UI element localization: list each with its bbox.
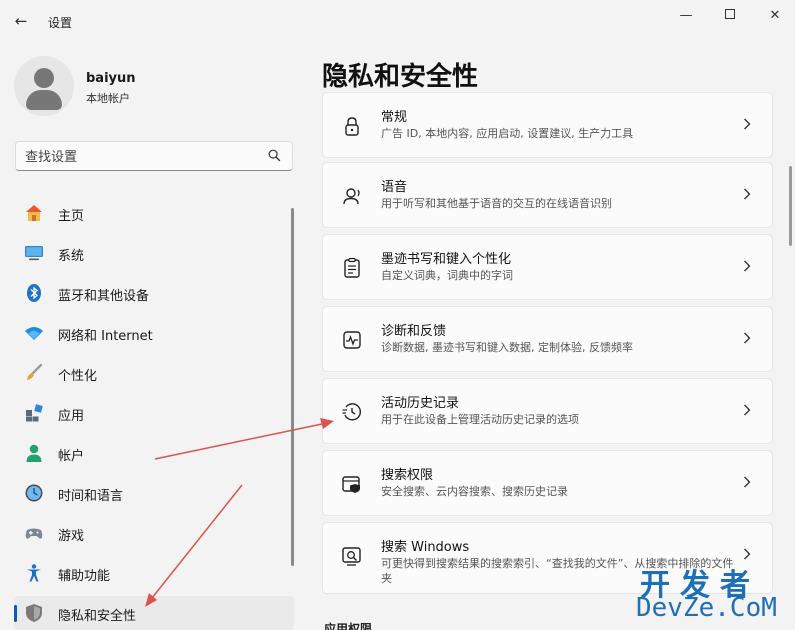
card-subtitle: 安全搜索、云内容搜索、搜索历史记录 [381,485,568,498]
clock-globe-icon [25,484,43,502]
card-activity-history[interactable]: 活动历史记录 用于在此设备上管理活动历史记录的选项 [322,378,773,444]
brush-icon [27,363,43,380]
card-title: 诊断和反馈 [381,324,447,339]
search-icon[interactable] [268,149,281,162]
sidebar-item-network[interactable]: 网络和 Internet [14,316,294,350]
sidebar-item-label: 主页 [58,209,85,224]
apps-icon [26,404,43,422]
chevron-right-icon [744,548,751,560]
card-subtitle: 自定义词典，词典中的字词 [381,269,513,282]
card-title: 搜索 Windows [381,540,470,555]
account-icon [26,444,42,462]
accessibility-icon [27,564,41,582]
sidebar-item-accessibility[interactable]: 辅助功能 [14,556,294,590]
chevron-right-icon [744,476,751,488]
minimize-button[interactable]: — [676,6,696,26]
avatar-head-icon [34,68,54,88]
avatar-body-icon [26,90,62,110]
sidebar-item-accounts[interactable]: 帐户 [14,436,294,470]
card-title: 活动历史记录 [381,396,460,411]
pulse-icon [343,331,361,349]
bluetooth-icon [27,284,41,302]
title-bar: ← 设置 — ✕ [0,0,795,40]
card-inking-typing[interactable]: 墨迹书写和键入个性化 自定义词典，词典中的字词 [322,234,773,300]
chevron-right-icon [744,332,751,344]
sidebar-item-bluetooth[interactable]: 蓝牙和其他设备 [14,276,294,310]
close-button[interactable]: ✕ [765,6,785,26]
card-subtitle: 用于在此设备上管理活动历史记录的选项 [381,413,579,426]
app-title: 设置 [48,16,73,30]
sidebar-item-label: 辅助功能 [58,569,111,584]
card-title: 搜索权限 [381,468,434,483]
search-shield-icon [342,476,360,493]
sidebar-item-label: 蓝牙和其他设备 [58,289,150,304]
section-label-app-permissions: 应用权限 [324,622,373,630]
clipboard-list-icon [344,257,360,278]
gamepad-icon [25,528,43,539]
card-speech[interactable]: 语音 用于听写和其他基于语音的交互的在线语音识别 [322,162,773,228]
lock-icon [345,117,359,136]
card-general[interactable]: 常规 广告 ID, 本地内容, 应用启动, 设置建议, 生产力工具 [322,92,773,158]
back-button[interactable]: ← [12,12,30,30]
card-subtitle: 诊断数据, 墨迹书写和键入数据, 定制体验, 反馈频率 [381,341,633,354]
sidebar-item-home[interactable]: 主页 [14,196,294,230]
sidebar-item-label: 系统 [58,249,85,264]
sidebar-item-time-language[interactable]: 时间和语言 [14,476,294,510]
card-search-permissions[interactable]: 搜索权限 安全搜索、云内容搜索、搜索历史记录 [322,450,773,516]
shield-icon [26,604,42,622]
sidebar-item-label: 应用 [58,409,85,424]
speech-icon [343,188,360,205]
wifi-icon [25,327,43,340]
user-name: baiyun [86,71,136,86]
sidebar-item-system[interactable]: 系统 [14,236,294,270]
main-scrollbar[interactable] [789,166,792,246]
chevron-right-icon [744,188,751,200]
sidebar-item-apps[interactable]: 应用 [14,396,294,430]
sidebar-item-label: 时间和语言 [58,489,124,504]
page-title: 隐私和安全性 [322,62,479,92]
sidebar-item-label: 个性化 [58,369,98,384]
search-box[interactable] [15,141,293,171]
chevron-right-icon [744,118,751,130]
watermark-site: DevZe.CoM [636,593,777,623]
sidebar-item-label: 隐私和安全性 [58,609,137,624]
sidebar-item-label: 游戏 [58,529,85,544]
card-subtitle: 广告 ID, 本地内容, 应用启动, 设置建议, 生产力工具 [381,127,634,140]
card-title: 墨迹书写和键入个性化 [381,252,512,267]
chevron-right-icon [744,260,751,272]
search-input[interactable] [25,148,255,166]
avatar[interactable] [14,56,74,116]
sidebar-item-label: 帐户 [58,449,85,464]
maximize-button[interactable] [720,6,740,26]
maximize-icon [725,9,735,19]
sidebar-item-gaming[interactable]: 游戏 [14,516,294,550]
sidebar-item-personalization[interactable]: 个性化 [14,356,294,390]
card-diagnostics[interactable]: 诊断和反馈 诊断数据, 墨迹书写和键入数据, 定制体验, 反馈频率 [322,306,773,372]
search-windows-icon [342,547,361,566]
card-subtitle: 用于听写和其他基于语音的交互的在线语音识别 [381,197,612,210]
sidebar-item-label: 网络和 Internet [58,329,153,344]
home-icon [26,205,42,221]
sidebar-item-privacy[interactable]: 隐私和安全性 [14,596,294,630]
user-account-type: 本地帐户 [86,92,130,105]
sidebar-scrollbar[interactable] [291,208,294,566]
card-title: 常规 [381,110,408,125]
card-title: 语音 [381,180,408,195]
history-icon [342,403,361,421]
system-monitor-icon [25,246,43,261]
chevron-right-icon [744,404,751,416]
